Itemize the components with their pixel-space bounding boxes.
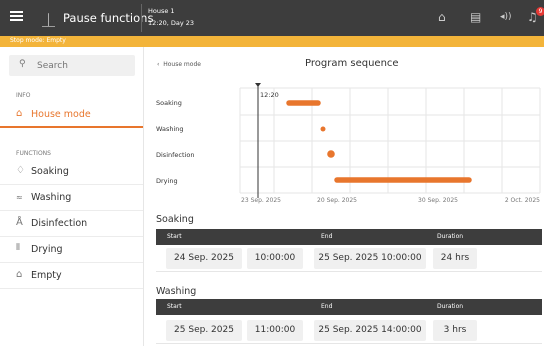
house-day: 12:20, Day 23 [148, 19, 195, 27]
table-row: 25 Sep. 2025 11:00:00 25 Sep. 2025 14:00… [156, 317, 542, 344]
sidebar-item-drying[interactable]: ⦀ Drying [0, 238, 143, 263]
search-icon: ⚲ [19, 59, 26, 69]
house-name[interactable]: House 1 [148, 7, 175, 15]
column-header-end: End [321, 303, 333, 310]
back-link-label: House mode [163, 61, 201, 68]
sidebar-item-label: Disinfection [31, 218, 88, 229]
sidebar-item-label: House mode [31, 109, 91, 120]
flask-icon: Å [16, 217, 23, 228]
sidebar-item-soaking[interactable]: ♢ Soaking [0, 160, 143, 185]
gantt-row-label: Drying [156, 177, 178, 185]
document-icon[interactable]: ▤ [470, 10, 481, 24]
gantt-row-label: Soaking [156, 99, 182, 107]
house-icon[interactable]: ⌂ [438, 10, 446, 24]
sidebar-item-label: Drying [31, 244, 63, 255]
divider [141, 4, 142, 32]
sound-icon[interactable]: ◂)) [500, 12, 512, 22]
column-header-duration: Duration [437, 303, 464, 310]
pause-functions-icon: ⏊ [42, 14, 56, 29]
sidebar-item-house-mode[interactable]: ⌂ House mode [0, 103, 143, 128]
section-title-soaking: Soaking [156, 214, 194, 225]
gantt-tick-label: 23 Sep. 2025 [241, 197, 281, 204]
table-row: 24 Sep. 2025 10:00:00 25 Sep. 2025 10:00… [156, 245, 542, 272]
page-title: Program sequence [305, 58, 399, 69]
gantt-tick-label: 20 Sep. 2025 [317, 197, 357, 204]
back-link[interactable]: ‹ House mode [157, 61, 201, 68]
gantt-row-label: Washing [156, 125, 184, 133]
now-marker-icon [255, 83, 261, 87]
start-date-field[interactable]: 25 Sep. 2025 [166, 320, 242, 341]
menu-icon[interactable] [10, 11, 23, 21]
section-title-washing: Washing [156, 286, 197, 297]
gantt-row-label: Disinfection [156, 151, 194, 159]
sidebar-item-label: Soaking [31, 166, 69, 177]
end-field: 25 Sep. 2025 10:00:00 [314, 248, 426, 269]
droplet-icon: ♢ [16, 165, 25, 176]
gantt-tick-label: 30 Sep. 2025 [418, 197, 458, 204]
gantt-bar-washing[interactable] [320, 126, 326, 132]
start-time-field[interactable]: 11:00:00 [247, 320, 303, 341]
duration-field[interactable]: 3 hrs [433, 320, 477, 341]
now-label: 12:20 [260, 91, 279, 99]
duration-field[interactable]: 24 hrs [433, 248, 477, 269]
column-header-duration: Duration [437, 233, 464, 240]
gantt-bar-disinfection[interactable] [327, 150, 335, 158]
stop-mode-bar: Stop mode: Empty [0, 36, 544, 47]
house-icon: ⌂ [16, 269, 23, 280]
start-time-field[interactable]: 10:00:00 [247, 248, 303, 269]
column-header-start: Start [167, 303, 182, 310]
start-date-field[interactable]: 24 Sep. 2025 [166, 248, 242, 269]
stop-mode-text: Stop mode: Empty [10, 37, 66, 44]
sidebar: ⚲ INFO ⌂ House mode FUNCTIONS ♢ Soaking … [0, 47, 144, 346]
column-header-end: End [321, 233, 333, 240]
spray-icon: ≈ [16, 193, 23, 202]
info-section-label: INFO [16, 92, 31, 99]
sidebar-item-washing[interactable]: ≈ Washing [0, 186, 143, 211]
heat-icon: ⦀ [16, 243, 20, 253]
sidebar-item-label: Empty [31, 270, 62, 281]
program-sequence-gantt: Soaking Washing Disinfection Drying 12:2… [156, 83, 541, 204]
top-bar: ⏊ Pause functions House 1 12:20, Day 23 … [0, 0, 544, 36]
app-title: Pause functions [63, 11, 154, 25]
sidebar-item-empty[interactable]: ⌂ Empty [0, 264, 143, 289]
search-box[interactable]: ⚲ [9, 55, 135, 76]
alarm-badge: 9 [536, 7, 544, 16]
house-icon: ⌂ [16, 108, 23, 119]
column-header-start: Start [167, 233, 182, 240]
sidebar-item-label: Washing [31, 192, 72, 203]
end-field: 25 Sep. 2025 14:00:00 [314, 320, 426, 341]
table-header: Start End Duration [156, 229, 542, 245]
gantt-tick-label: 2 Oct. 2025 [505, 197, 540, 204]
functions-section-label: FUNCTIONS [16, 150, 51, 157]
sidebar-item-disinfection[interactable]: Å Disinfection [0, 212, 143, 237]
table-header: Start End Duration [156, 299, 542, 315]
search-input[interactable] [37, 58, 127, 73]
